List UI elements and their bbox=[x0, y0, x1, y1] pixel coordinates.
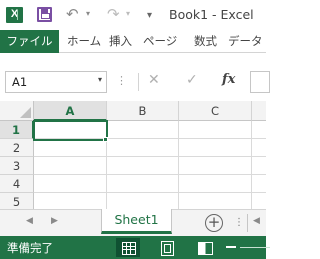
tab-home[interactable]: ホーム bbox=[67, 30, 101, 53]
status-bar: 準備完了 bbox=[0, 236, 270, 259]
column-header-b[interactable]: B bbox=[107, 101, 179, 121]
worksheet-grid[interactable]: A B C 1 2 3 4 5 bbox=[0, 101, 266, 209]
excel-app-icon[interactable]: X bbox=[6, 7, 23, 23]
add-sheet-icon[interactable]: + bbox=[205, 214, 223, 232]
window-title: Book1 - Excel bbox=[169, 7, 254, 22]
save-icon[interactable] bbox=[37, 7, 52, 22]
row-header-3[interactable]: 3 bbox=[0, 157, 34, 175]
tab-insert[interactable]: 挿入 bbox=[109, 30, 132, 53]
tab-page-layout[interactable]: ページ bbox=[143, 30, 177, 53]
insert-function-icon[interactable]: fx bbox=[222, 72, 235, 87]
tab-formulas[interactable]: 数式 bbox=[194, 30, 217, 53]
active-cell[interactable] bbox=[33, 120, 108, 141]
tab-data[interactable]: データ bbox=[228, 30, 263, 53]
normal-view-icon[interactable] bbox=[116, 238, 140, 257]
fill-handle[interactable] bbox=[103, 137, 108, 142]
row-header-5[interactable]: 5 bbox=[0, 193, 34, 209]
zoom-slider[interactable] bbox=[240, 247, 270, 248]
row-header-1[interactable]: 1 bbox=[0, 121, 34, 139]
divider bbox=[247, 214, 248, 232]
formula-bar: A1 ▾ ⋮ ✕ ✓ fx bbox=[0, 53, 270, 101]
gridline bbox=[251, 121, 252, 209]
formula-input[interactable] bbox=[250, 71, 270, 93]
row-header-4[interactable]: 4 bbox=[0, 175, 34, 193]
redo-dropdown-icon[interactable]: ▾ bbox=[126, 9, 130, 19]
grip-icon[interactable]: ⋮ bbox=[116, 74, 127, 87]
redo-icon[interactable]: ↷ bbox=[107, 5, 120, 23]
chevron-down-icon[interactable]: ▾ bbox=[98, 75, 102, 84]
sheet-tab-sheet1[interactable]: Sheet1 bbox=[101, 209, 172, 234]
gridline bbox=[34, 192, 266, 193]
gridline bbox=[34, 156, 266, 157]
gridline bbox=[178, 121, 179, 209]
name-box-value: A1 bbox=[12, 75, 28, 89]
column-header-a[interactable]: A bbox=[34, 101, 107, 121]
name-box[interactable]: A1 ▾ bbox=[5, 71, 107, 93]
page-break-preview-icon[interactable] bbox=[193, 238, 217, 257]
select-all-button[interactable] bbox=[0, 101, 34, 121]
zoom-out-icon[interactable] bbox=[226, 246, 236, 248]
tab-file[interactable]: ファイル bbox=[0, 30, 59, 53]
more-options-icon[interactable]: ⋮ bbox=[234, 217, 244, 228]
sheet-tab-bar: ◀ ▶ Sheet1 + ⋮ ◀ bbox=[0, 209, 266, 236]
previous-sheet-icon[interactable]: ◀ bbox=[26, 216, 33, 226]
divider bbox=[138, 73, 139, 91]
undo-dropdown-icon[interactable]: ▾ bbox=[86, 9, 90, 19]
page-layout-view-icon[interactable] bbox=[155, 238, 179, 257]
customize-toolbar-icon[interactable]: ▾ bbox=[147, 7, 152, 25]
scroll-left-icon[interactable]: ◀ bbox=[253, 216, 260, 226]
column-header-c[interactable]: C bbox=[179, 101, 252, 121]
enter-icon[interactable]: ✓ bbox=[186, 72, 198, 88]
ribbon-tabs: ファイル ホーム 挿入 ページ 数式 データ bbox=[0, 30, 266, 53]
column-header-d[interactable] bbox=[252, 101, 266, 121]
cancel-icon[interactable]: ✕ bbox=[148, 72, 160, 88]
gridline bbox=[34, 174, 266, 175]
status-text: 準備完了 bbox=[7, 241, 53, 255]
undo-icon[interactable]: ↶ bbox=[66, 5, 79, 23]
title-bar: X ↶ ▾ ↷ ▾ ▾ Book1 - Excel bbox=[0, 0, 266, 30]
row-header-2[interactable]: 2 bbox=[0, 139, 34, 157]
next-sheet-icon[interactable]: ▶ bbox=[51, 216, 58, 226]
